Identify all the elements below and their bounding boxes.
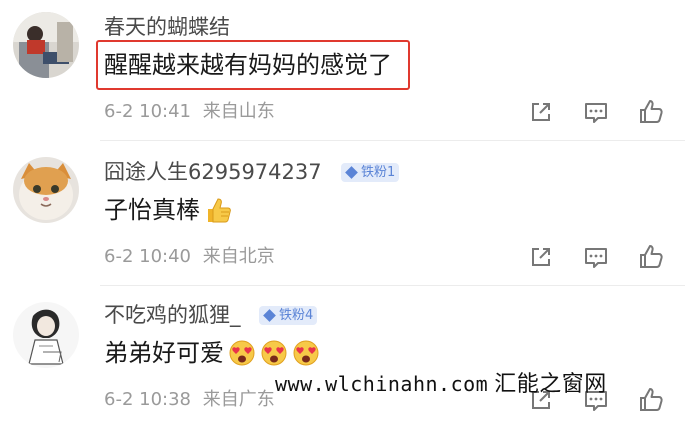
comment-text-row: 子怡真棒 [104,195,232,225]
like-icon[interactable] [636,97,666,127]
comment-text: 子怡真棒 [104,196,200,224]
avatar[interactable] [13,12,79,78]
comment-item: 不吃鸡的狐狸_ 铁粉4 弟弟好可爱 6-2 10:38 来自广东 [0,285,685,425]
comment-meta: 6-2 10:41 来自山东 [104,101,275,123]
heart-eyes-emoji-icon [228,339,256,367]
action-bar [520,242,670,272]
comment-text: 弟弟好可爱 [104,339,224,367]
badge-label: 铁粉1 [361,165,396,180]
fan-badge: 铁粉1 [341,163,400,182]
location: 来自北京 [202,246,275,267]
location: 来自广东 [202,389,275,410]
diamond-icon [263,309,276,322]
comment-icon[interactable] [581,97,611,127]
comment-text-row: 弟弟好可爱 [104,338,320,368]
share-icon[interactable] [526,242,556,272]
comment-icon[interactable] [581,242,611,272]
username[interactable]: 春天的蝴蝶结 [104,14,230,40]
heart-eyes-emoji-icon [260,339,288,367]
like-icon[interactable] [636,242,666,272]
timestamp: 6-2 10:38 [104,389,191,410]
diamond-icon [345,166,358,179]
comment-meta: 6-2 10:40 来自北京 [104,246,275,268]
username[interactable]: 不吃鸡的狐狸_ [104,302,241,328]
timestamp: 6-2 10:41 [104,101,191,122]
avatar[interactable] [13,302,79,368]
badge-label: 铁粉4 [279,308,314,323]
watermark-url: www.wlchinahn.com [275,372,489,396]
action-bar [520,97,670,127]
fan-badge: 铁粉4 [259,306,318,325]
comment-item: 春天的蝴蝶结 醒醒越来越有妈妈的感觉了 6-2 10:41 来自山东 [0,0,685,140]
heart-eyes-emoji-icon [292,339,320,367]
share-icon[interactable] [526,97,556,127]
avatar[interactable] [13,157,79,223]
watermark: www.wlchinahn.com 汇能之窗网 [275,366,607,398]
timestamp: 6-2 10:40 [104,246,191,267]
comment-meta: 6-2 10:38 来自广东 [104,389,275,411]
like-icon[interactable] [636,385,666,415]
comment-text: 醒醒越来越有妈妈的感觉了 [104,51,392,79]
comment-item: 囧途人生6295974237 铁粉1 子怡真棒 6-2 10:40 来自北京 [0,140,685,285]
location: 来自山东 [202,101,275,122]
thumbs-up-emoji-icon [204,196,232,224]
username[interactable]: 囧途人生6295974237 [104,159,322,185]
watermark-site: 汇能之窗网 [494,372,607,397]
